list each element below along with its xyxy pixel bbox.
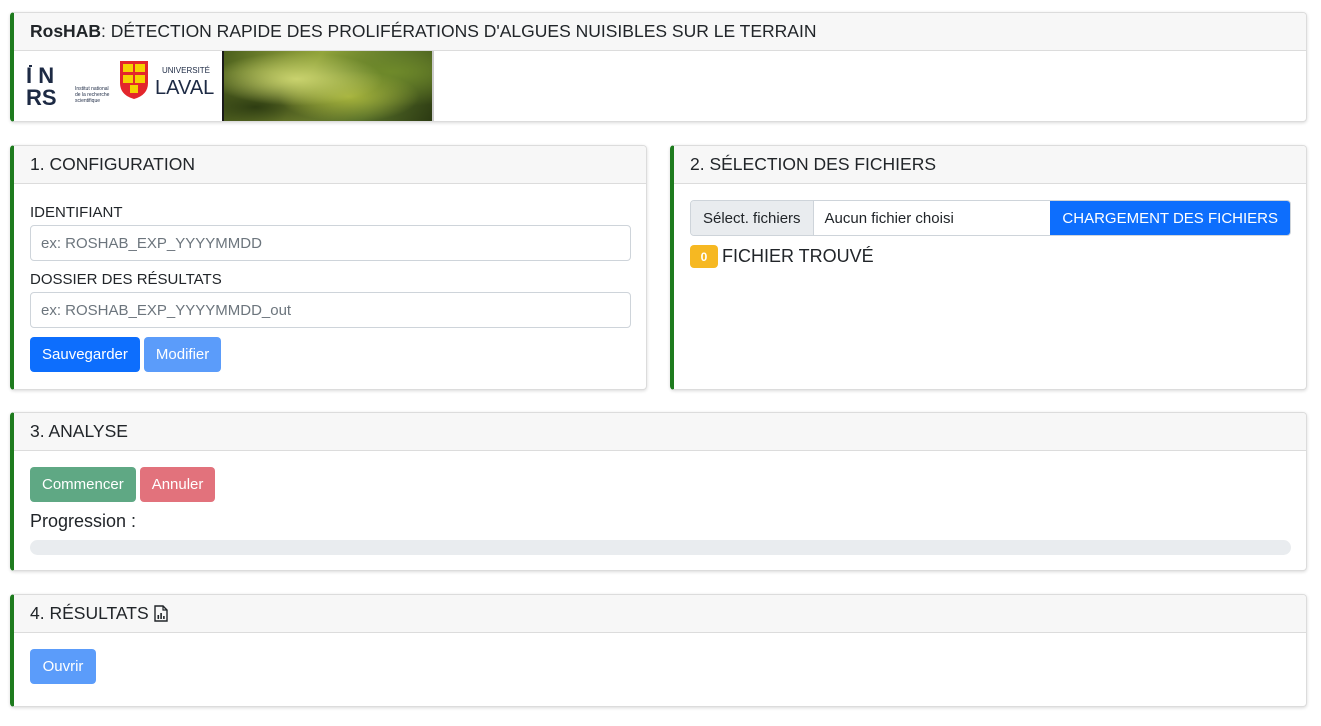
results-card: 4. RÉSULTATS Ouvrir <box>10 594 1307 707</box>
app-title: RosHAB : DÉTECTION RAPIDE DES PROLIFÉRAT… <box>14 13 1306 51</box>
progress-label: Progression : <box>30 511 137 531</box>
file-selection-card: 2. SÉLECTION DES FICHIERS Sélect. fichie… <box>670 145 1307 390</box>
files-title: 2. SÉLECTION DES FICHIERS <box>674 146 1306 184</box>
identifier-label: IDENTIFIANT <box>30 204 123 221</box>
laval-logo: UNIVERSITÉ LAVAL <box>118 51 222 121</box>
results-title-row: 4. RÉSULTATS <box>14 595 1306 633</box>
app-subtitle: : DÉTECTION RAPIDE DES PROLIFÉRATIONS D'… <box>100 21 817 41</box>
files-found-label: FICHIER TROUVÉ <box>722 246 874 266</box>
algae-photo <box>222 51 434 121</box>
config-card: 1. CONFIGURATION IDENTIFIANT DOSSIER DES… <box>10 145 647 390</box>
results-title: 4. RÉSULTATS <box>30 603 149 623</box>
analysis-card: 3. ANALYSE Commencer Annuler Progression… <box>10 412 1307 571</box>
upload-files-button[interactable]: CHARGEMENT DES FICHIERS <box>1050 201 1290 235</box>
progress-bar <box>30 540 1291 555</box>
select-files-button[interactable]: Sélect. fichiers <box>691 201 814 235</box>
analysis-title: 3. ANALYSE <box>14 413 1306 451</box>
selected-file-name: Aucun fichier choisi <box>824 209 954 227</box>
file-chart-icon <box>153 605 168 622</box>
start-button[interactable]: Commencer <box>30 467 136 502</box>
identifier-input[interactable] <box>30 225 631 261</box>
svg-text:scientifique: scientifique <box>75 98 100 104</box>
inrs-logo: I N RS Institut national de la recherche… <box>14 51 118 121</box>
config-title: 1. CONFIGURATION <box>14 146 646 184</box>
open-results-button[interactable]: Ouvrir <box>30 649 96 684</box>
folder-label: DOSSIER DES RÉSULTATS <box>30 271 222 288</box>
cancel-button[interactable]: Annuler <box>139 467 216 502</box>
svg-text:LAVAL: LAVAL <box>155 77 214 99</box>
save-button[interactable]: Sauvegarder <box>30 337 140 372</box>
files-found-status: 0 FICHIER TROUVÉ <box>690 245 1290 268</box>
file-input-group: Sélect. fichiers Aucun fichier choisi CH… <box>690 200 1291 236</box>
svg-text:RS: RS <box>26 85 57 110</box>
file-count-badge: 0 <box>690 245 718 268</box>
edit-button[interactable]: Modifier <box>143 337 222 372</box>
logo-strip: I N RS Institut national de la recherche… <box>14 51 1306 121</box>
app-name: RosHAB <box>30 21 101 41</box>
svg-text:UNIVERSITÉ: UNIVERSITÉ <box>162 66 210 75</box>
results-folder-input[interactable] <box>30 292 631 328</box>
header-card: RosHAB : DÉTECTION RAPIDE DES PROLIFÉRAT… <box>10 12 1307 122</box>
